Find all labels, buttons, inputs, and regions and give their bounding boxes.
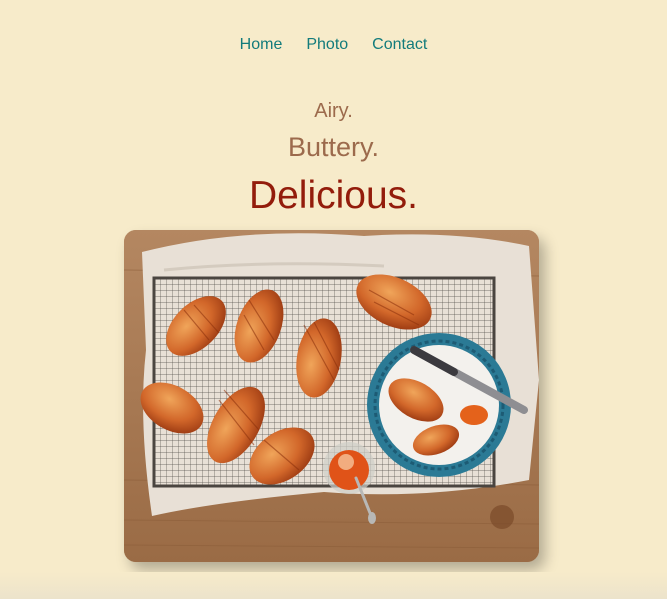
nav-link-photo[interactable]: Photo xyxy=(306,36,348,54)
nav-link-home[interactable]: Home xyxy=(240,36,283,54)
nav-link-contact[interactable]: Contact xyxy=(372,36,427,54)
tagline-airy: Airy. xyxy=(314,100,353,122)
footer-fade xyxy=(0,572,667,599)
main-nav: Home Photo Contact xyxy=(0,36,667,54)
croissant-photo xyxy=(124,230,539,562)
tagline-delicious: Delicious. xyxy=(248,174,419,217)
tagline-buttery: Buttery. xyxy=(287,132,380,162)
